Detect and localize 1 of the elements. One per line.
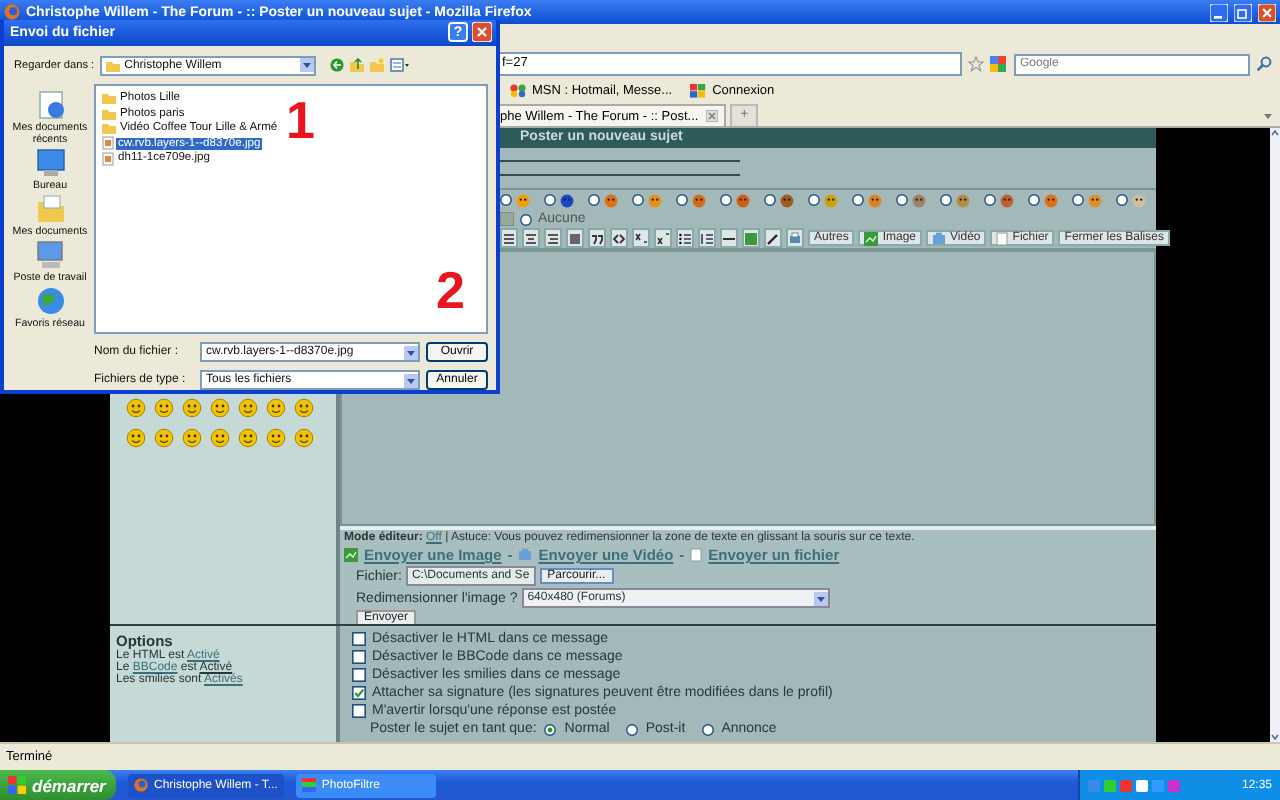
annotation-number: 2 bbox=[436, 264, 465, 316]
